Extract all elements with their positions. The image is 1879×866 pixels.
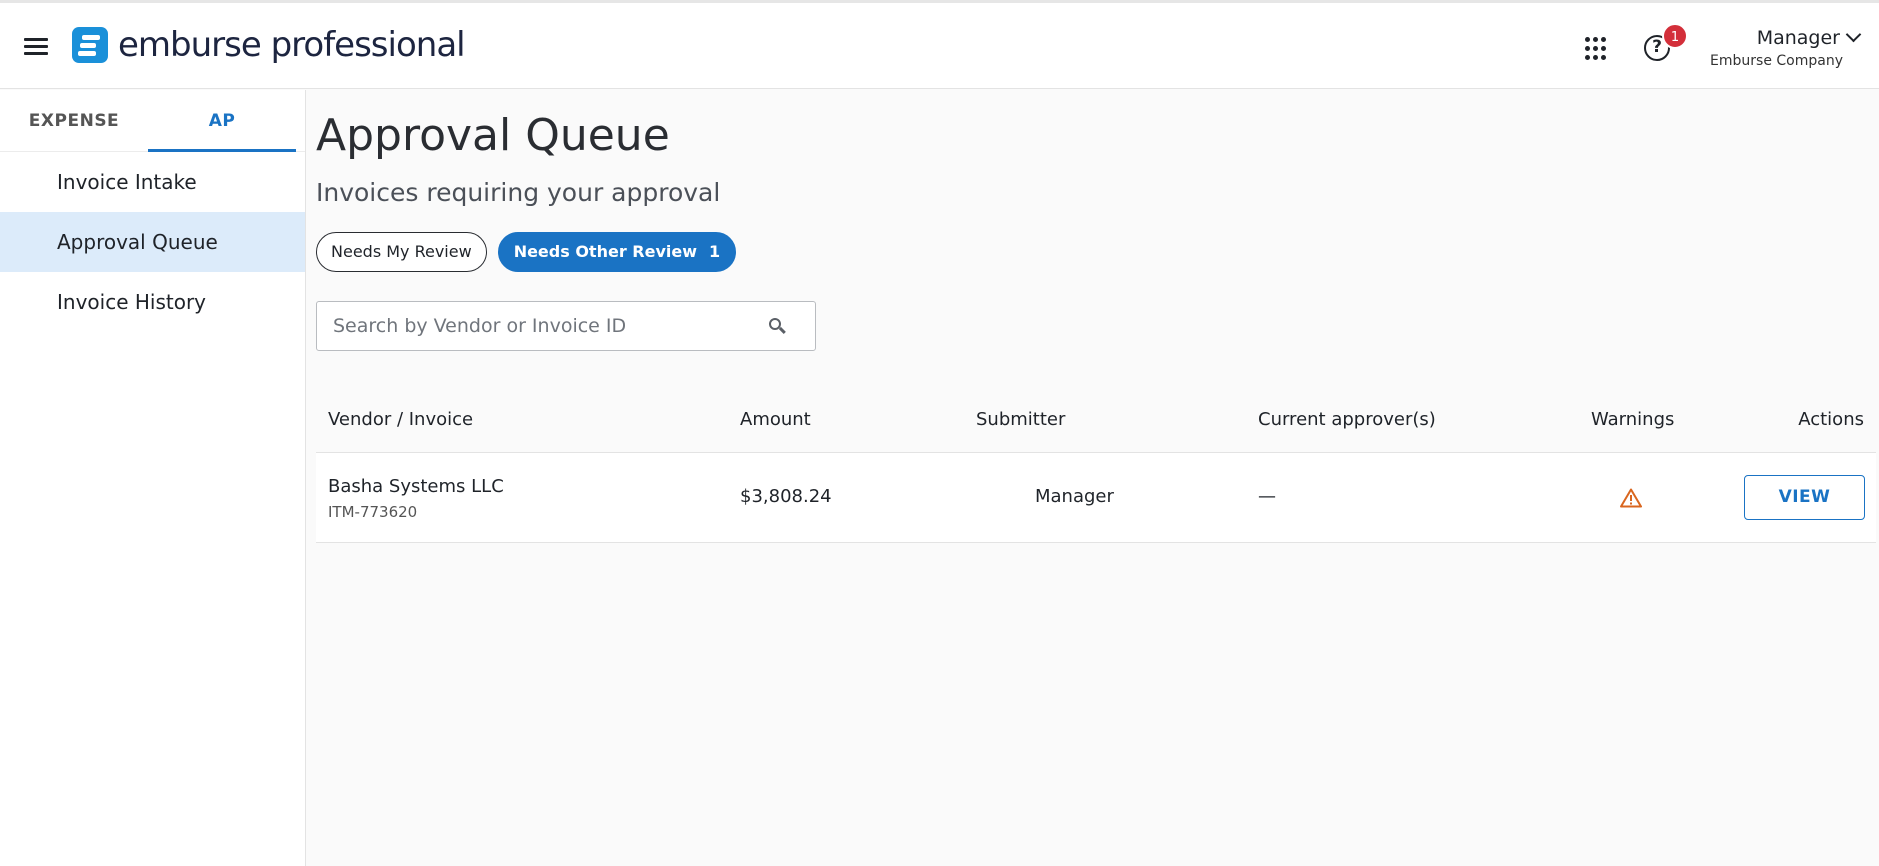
warning-triangle-icon[interactable] <box>1620 488 1642 508</box>
user-company: Emburse Company <box>1710 53 1843 69</box>
top-bar: emburse professional ? 1 Manager Emburse… <box>0 3 1879 89</box>
column-header-submitter[interactable]: Submitter <box>976 387 1065 453</box>
user-name: Manager <box>1756 27 1840 49</box>
logo-text: emburse professional <box>118 25 466 65</box>
search-input[interactable] <box>317 302 747 350</box>
invoice-amount: $3,808.24 <box>740 486 832 507</box>
column-header-approvers[interactable]: Current approver(s) <box>1258 387 1436 453</box>
sidebar-item-approval-queue[interactable]: Approval Queue <box>0 212 305 272</box>
sidebar: EXPENSE AP Invoice Intake Approval Queue… <box>0 90 306 866</box>
sidebar-item-invoice-history[interactable]: Invoice History <box>0 272 305 332</box>
user-menu[interactable]: Manager Emburse Company <box>1710 26 1863 69</box>
column-header-amount[interactable]: Amount <box>740 387 811 453</box>
page-title: Approval Queue <box>316 110 670 161</box>
sidebar-tabs: EXPENSE AP <box>0 90 305 152</box>
view-button[interactable]: VIEW <box>1744 475 1865 520</box>
app-grid-icon[interactable] <box>1585 37 1609 61</box>
filter-label: Needs Other Review <box>513 242 697 261</box>
page-subtitle: Invoices requiring your approval <box>316 178 721 207</box>
search-box <box>316 301 816 351</box>
hamburger-menu-icon[interactable] <box>24 36 50 56</box>
filter-chips: Needs My Review Needs Other Review 1 <box>316 232 1876 272</box>
invoice-table: Vendor / Invoice Amount Submitter Curren… <box>316 387 1876 543</box>
filter-needs-other-review[interactable]: Needs Other Review 1 <box>497 232 737 272</box>
invoice-id: ITM-773620 <box>328 503 418 521</box>
search-icon[interactable] <box>769 318 786 334</box>
column-header-actions: Actions <box>1798 409 1864 430</box>
current-approver: — <box>1258 486 1276 507</box>
tab-expense[interactable]: EXPENSE <box>0 90 148 152</box>
filter-count: 1 <box>709 242 721 261</box>
vendor-name: Basha Systems LLC <box>328 476 504 497</box>
column-header-warnings: Warnings <box>1591 409 1675 430</box>
filter-needs-my-review[interactable]: Needs My Review <box>316 232 487 272</box>
main-content: Approval Queue Invoices requiring your a… <box>316 90 1876 543</box>
sidebar-item-invoice-intake[interactable]: Invoice Intake <box>0 152 305 212</box>
logo[interactable]: emburse professional <box>72 25 466 65</box>
submitter-name: Manager <box>1035 486 1114 507</box>
table-row[interactable]: Basha Systems LLC ITM-773620 $3,808.24 M… <box>316 453 1876 543</box>
user-name-row: Manager <box>1710 26 1863 49</box>
table-header: Vendor / Invoice Amount Submitter Curren… <box>316 387 1876 453</box>
column-header-vendor[interactable]: Vendor / Invoice <box>328 387 473 453</box>
emburse-logo-icon <box>72 27 108 63</box>
tab-ap[interactable]: AP <box>148 90 296 152</box>
chevron-down-icon <box>1845 26 1862 43</box>
notification-badge: 1 <box>1662 23 1688 49</box>
